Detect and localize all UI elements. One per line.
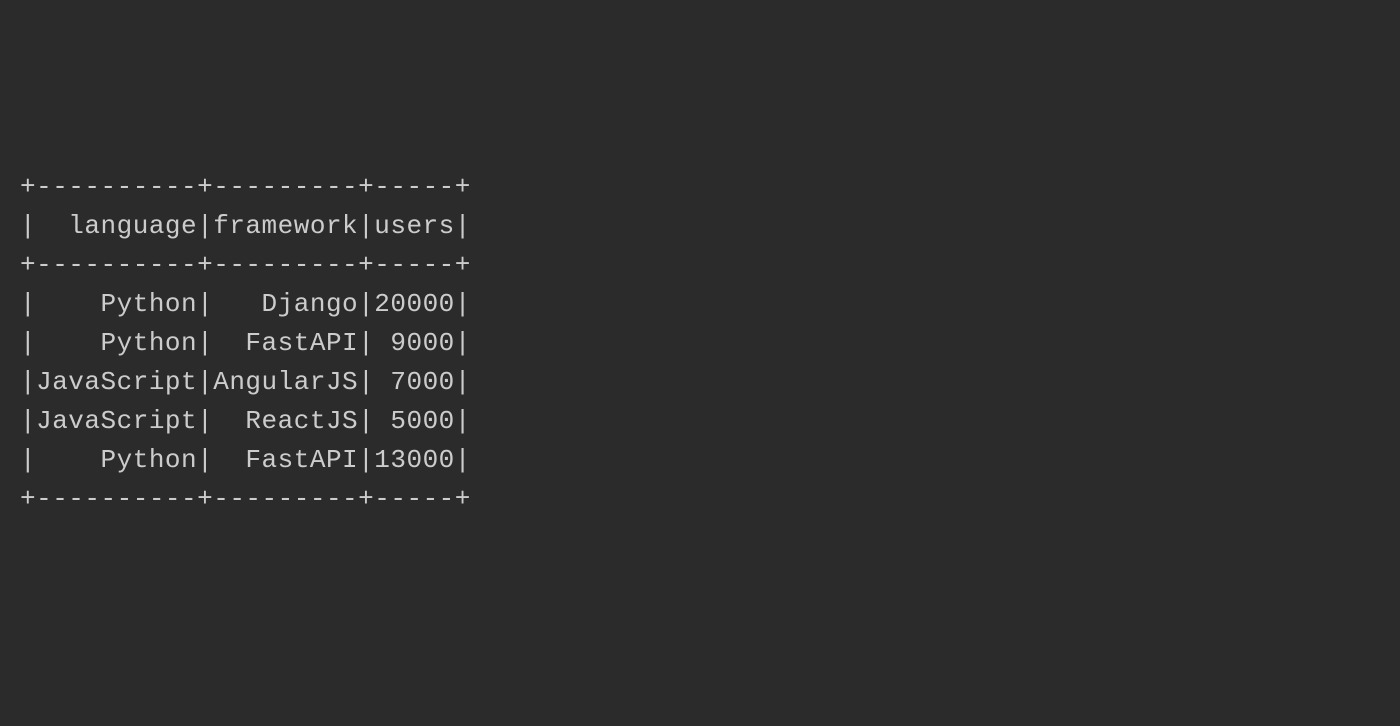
table-row: |JavaScript|AngularJS| 7000| [20,367,471,397]
table-row: | Python| Django|20000| [20,289,471,319]
table-border-top: +----------+---------+-----+ [20,172,471,202]
table-border-mid: +----------+---------+-----+ [20,250,471,280]
ascii-table: +----------+---------+-----+ | language|… [20,168,1380,519]
table-row: |JavaScript| ReactJS| 5000| [20,406,471,436]
table-header-row: | language|framework|users| [20,211,471,241]
table-row: | Python| FastAPI|13000| [20,445,471,475]
table-row: | Python| FastAPI| 9000| [20,328,471,358]
